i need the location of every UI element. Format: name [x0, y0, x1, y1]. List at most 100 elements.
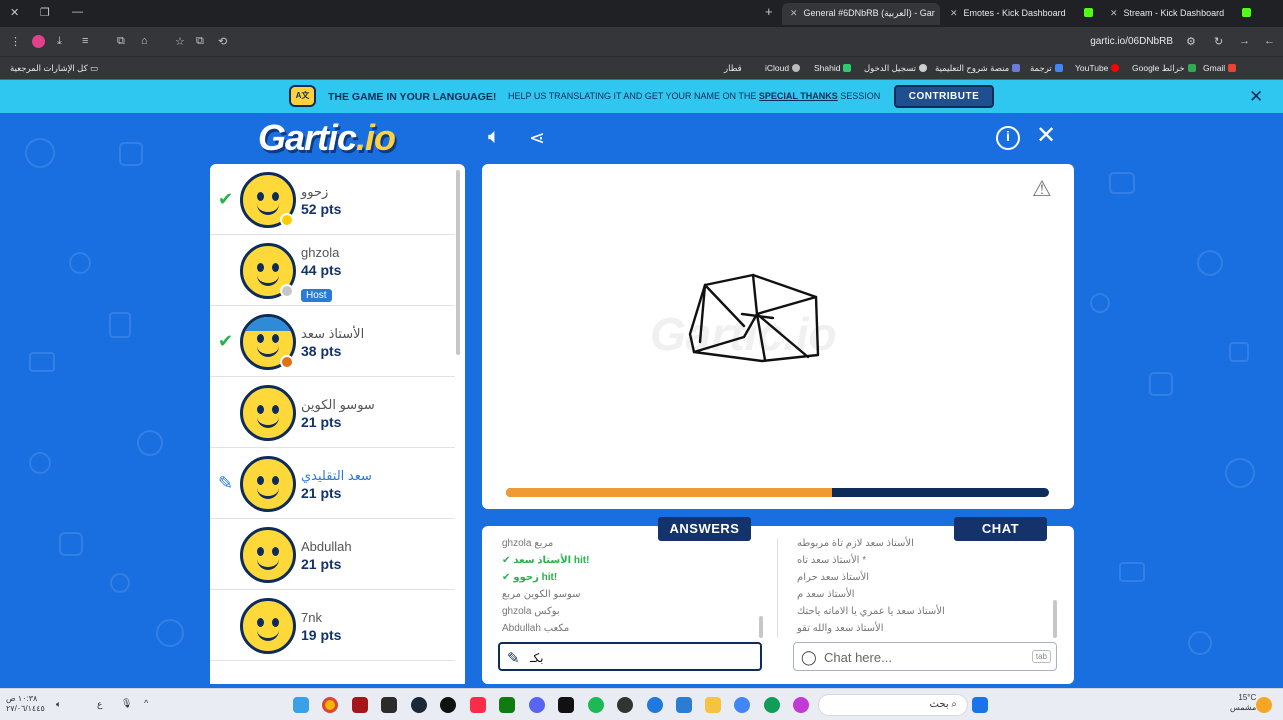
answer-message-text: زحوو hit!	[513, 572, 558, 583]
avatar-eye	[272, 405, 279, 414]
profile-avatar[interactable]	[32, 35, 45, 48]
answer-input-value[interactable]: بكـ	[530, 651, 543, 665]
menu-icon[interactable]: ⋮	[10, 35, 21, 48]
avatar-eye	[272, 547, 279, 556]
language-indicator[interactable]: ع	[97, 699, 102, 710]
translate-icon[interactable]: ⌂	[141, 35, 148, 47]
taskbar-search[interactable]: بحث ⌕	[818, 694, 968, 716]
app-next-icon[interactable]	[558, 697, 574, 713]
site-settings-icon[interactable]: ⚙	[1186, 35, 1196, 48]
mic-icon[interactable]: 🎙︎	[121, 698, 132, 709]
answer-input[interactable]: ✎ بكـ	[498, 642, 762, 671]
browser-tab-stream[interactable]: ✕ Stream - Kick Dashboard	[1102, 3, 1257, 25]
tab-close-icon[interactable]: ✕	[1110, 8, 1118, 18]
weather-widget[interactable]: 15°C مشمس	[1230, 693, 1256, 713]
app-explorer-icon[interactable]	[705, 697, 721, 713]
sound-icon[interactable]: 🔈︎	[488, 125, 501, 149]
info-icon[interactable]: i	[996, 126, 1020, 150]
tab-close-icon[interactable]: ✕	[790, 8, 798, 18]
reload-icon[interactable]: ↻	[1214, 35, 1223, 48]
bookmark-login[interactable]: تسجيل الدخول	[864, 63, 928, 74]
answer-message: ghzola بوكس	[502, 606, 762, 623]
player-row[interactable]: ✎ سعد التقليدي 21 pts	[210, 448, 455, 519]
app-chrome2-icon[interactable]	[734, 697, 750, 713]
new-tab-button[interactable]: +	[765, 4, 773, 19]
app-epic-icon[interactable]	[381, 697, 397, 713]
special-thanks-link[interactable]: SPECIAL THANKS	[759, 91, 838, 101]
app-edge2-icon[interactable]	[764, 697, 780, 713]
bookmark-shahid[interactable]: Shahid	[814, 63, 852, 73]
address-url[interactable]: gartic.io/06DNbRB	[1090, 36, 1173, 47]
minimize-icon[interactable]: —	[72, 6, 83, 18]
avatar-eye	[272, 192, 279, 201]
window-restore-icon[interactable]: ❐	[40, 6, 50, 19]
answers-scrollbar[interactable]	[759, 616, 763, 638]
bookmark-gmail[interactable]: Gmail	[1203, 63, 1237, 73]
player-points: 44 pts	[301, 262, 342, 278]
app-store-icon[interactable]	[676, 697, 692, 713]
app-files-icon[interactable]	[293, 697, 309, 713]
app-spotify-icon[interactable]	[588, 697, 604, 713]
tray-chevron-icon[interactable]: ^	[144, 698, 148, 708]
avatar-eye	[272, 334, 279, 343]
bookmark-platform[interactable]: منصة شروح التعليمية	[935, 63, 1021, 74]
chat-input-field[interactable]	[824, 648, 1044, 666]
chat-message: الأستاذ سعد والله تقو	[797, 623, 884, 634]
avatar-eye	[257, 405, 264, 414]
extensions-icon[interactable]: ⧉	[117, 35, 125, 48]
answer-message-text: الأستاذ سعد hit!	[513, 555, 590, 566]
app-music-icon[interactable]	[470, 697, 486, 713]
app-xbox-icon[interactable]	[499, 697, 515, 713]
chat-scrollbar[interactable]	[1053, 600, 1057, 638]
app-copilot-icon[interactable]	[793, 697, 809, 713]
player-row[interactable]: ✔ زحوو 52 pts	[210, 164, 455, 235]
share-icon[interactable]: ⋖	[529, 127, 545, 150]
drawing-canvas[interactable]: ⚠ Gartic.io	[482, 164, 1074, 509]
logo-main: Gartic	[258, 117, 357, 158]
browser-tab-gartic[interactable]: ✕ General #6DNbRB (العربية) - Gar	[782, 3, 940, 25]
app-edge-icon[interactable]	[647, 697, 663, 713]
player-row[interactable]: سوسو الكوين 21 pts	[210, 377, 455, 448]
exit-icon[interactable]: ✕	[1036, 121, 1056, 150]
player-avatar	[240, 385, 296, 441]
panel-divider	[777, 538, 778, 638]
banner-close-icon[interactable]: ✕	[1249, 87, 1263, 107]
chat-input[interactable]: ◯ tab	[793, 642, 1057, 671]
app-chrome-icon[interactable]	[322, 697, 338, 713]
bookmark-maps[interactable]: Google خرائط	[1132, 63, 1196, 74]
player-row[interactable]: 7nk 19 pts	[210, 590, 455, 661]
tab-close-icon[interactable]: ✕	[950, 8, 958, 18]
player-row[interactable]: ✔ الأستاذ سعد 38 pts	[210, 306, 455, 377]
bookmark-youtube[interactable]: YouTube	[1075, 63, 1120, 73]
close-window-icon[interactable]: ✕	[10, 6, 19, 19]
share-icon[interactable]: ⧉	[196, 35, 204, 48]
avatar-eye	[257, 263, 264, 272]
app-obs-icon[interactable]	[440, 697, 456, 713]
taskbar-clock[interactable]: ١٠:٣٨ ص ٢٧/٠٦/١٤٤٥	[6, 694, 45, 714]
app-adobe-icon[interactable]	[352, 697, 368, 713]
player-row[interactable]: ghzola 44 pts Host	[210, 235, 455, 306]
back-icon[interactable]: →	[1239, 35, 1250, 47]
players-scrollbar[interactable]	[456, 170, 460, 355]
forward-icon[interactable]: ←	[1264, 35, 1275, 47]
browser-tab-emotes[interactable]: ✕ Emotes - Kick Dashboard	[942, 3, 1097, 25]
all-bookmarks-item[interactable]: كل الإشارات المرجعية ▭	[10, 63, 98, 74]
bookmark-translate[interactable]: ترجمة	[1030, 63, 1063, 74]
app-steam-icon[interactable]	[411, 697, 427, 713]
install-icon[interactable]: ⟲	[218, 35, 227, 48]
bookmark-label: تسجيل الدخول	[864, 63, 917, 73]
windows-start-icon[interactable]	[972, 697, 988, 713]
bookmark-train[interactable]: قطار	[724, 63, 742, 74]
app-discord-icon[interactable]	[529, 697, 545, 713]
speaker-icon[interactable]: 🔈︎	[56, 699, 61, 710]
bookmark-icloud[interactable]: iCloud	[765, 63, 801, 73]
contribute-button[interactable]: CONTRIBUTE	[894, 85, 994, 108]
answer-message-text: ghzola بوكس	[502, 606, 560, 617]
answer-message-text: Abdullah مكعب	[502, 623, 570, 634]
download-icon[interactable]: ⤓	[57, 35, 62, 48]
tune-icon[interactable]: ≡	[82, 35, 88, 47]
app-settings-icon[interactable]	[617, 697, 633, 713]
bookmark-star-icon[interactable]: ☆	[175, 35, 185, 48]
player-row[interactable]: Abdullah 21 pts	[210, 519, 455, 590]
tab-key-hint: tab	[1031, 650, 1051, 663]
